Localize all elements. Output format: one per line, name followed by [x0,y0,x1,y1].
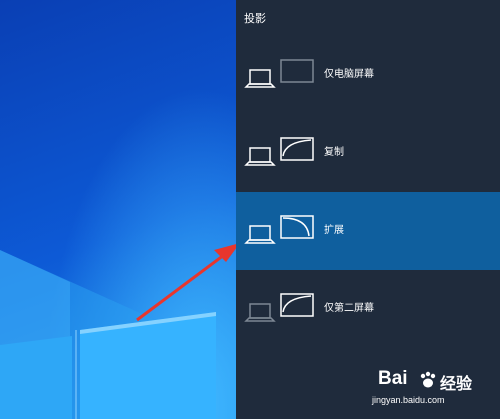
windows-logo-icon [0,250,216,419]
duplicate-icon [244,137,314,166]
second-screen-only-icon [244,293,314,322]
pc-screen-only-icon [244,59,314,88]
desktop-background [0,0,236,419]
option-second-screen-only[interactable]: 仅第二屏幕 [236,270,500,348]
option-extend[interactable]: 扩展 [236,192,500,270]
option-label: 扩展 [324,225,344,236]
paw-icon [420,371,436,388]
project-panel: 投影 仅电脑屏幕 复制 扩展 仅第二屏幕 [236,0,500,419]
panel-title: 投影 [244,12,266,25]
option-duplicate[interactable]: 复制 [236,114,500,192]
watermark-text: 经验 [440,374,473,393]
watermark-logo-text: Bai [378,368,408,389]
option-label: 仅电脑屏幕 [324,69,374,80]
option-pc-screen-only[interactable]: 仅电脑屏幕 [236,36,500,114]
baidu-jingyan-watermark: Bai 经验 jingyan.baidu.com [372,368,500,419]
watermark-url: jingyan.baidu.com [372,395,445,405]
option-label: 仅第二屏幕 [324,303,374,314]
option-label: 复制 [324,147,344,158]
extend-icon [244,215,314,244]
